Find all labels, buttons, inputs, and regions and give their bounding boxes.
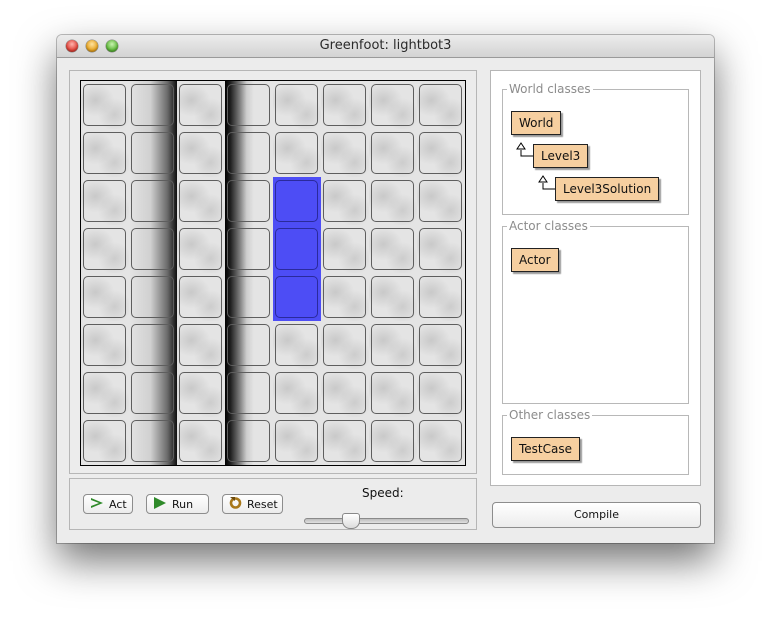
- world-tile[interactable]: [129, 225, 177, 273]
- class-browser: World classes World Level3 Level3Solutio…: [490, 70, 701, 486]
- world-tile[interactable]: [369, 177, 417, 225]
- world-tile[interactable]: [417, 321, 465, 369]
- world-tile[interactable]: [417, 129, 465, 177]
- world-tile[interactable]: [225, 273, 273, 321]
- world-tile[interactable]: [417, 369, 465, 417]
- play-icon: [153, 496, 167, 512]
- reset-label: Reset: [247, 497, 278, 511]
- execution-controls: Act Run Reset Speed:: [69, 478, 477, 530]
- world-tile[interactable]: [369, 129, 417, 177]
- world-grid[interactable]: [80, 80, 466, 466]
- greenfoot-window: Greenfoot: lightbot3 Act Run Reset Speed…: [57, 35, 714, 543]
- world-tile[interactable]: [369, 321, 417, 369]
- world-tile[interactable]: [369, 225, 417, 273]
- world-tile[interactable]: [321, 417, 369, 465]
- world-tile[interactable]: [321, 81, 369, 129]
- class-level3[interactable]: Level3: [533, 144, 589, 168]
- world-tile[interactable]: [417, 177, 465, 225]
- world-tile[interactable]: [273, 81, 321, 129]
- world-tile[interactable]: [273, 321, 321, 369]
- world-tile[interactable]: [321, 321, 369, 369]
- world-tile[interactable]: [369, 417, 417, 465]
- world-tile[interactable]: [129, 177, 177, 225]
- world-panel: [69, 70, 477, 474]
- world-tile[interactable]: [177, 129, 225, 177]
- world-tile[interactable]: [369, 369, 417, 417]
- world-tile[interactable]: [81, 273, 129, 321]
- class-world[interactable]: World: [511, 111, 562, 135]
- world-tile[interactable]: [417, 417, 465, 465]
- actor-classes-group: Actor classes Actor: [502, 219, 689, 404]
- world-tile[interactable]: [81, 321, 129, 369]
- other-classes-group: Other classes TestCase: [502, 408, 689, 475]
- world-tile[interactable]: [177, 225, 225, 273]
- world-tile[interactable]: [129, 129, 177, 177]
- world-tile[interactable]: [273, 129, 321, 177]
- actor-classes-title: Actor classes: [507, 219, 590, 233]
- lit-tile[interactable]: [273, 273, 321, 321]
- lit-tile[interactable]: [273, 225, 321, 273]
- reset-icon: [229, 496, 242, 512]
- world-tile[interactable]: [129, 321, 177, 369]
- world-tile[interactable]: [225, 417, 273, 465]
- world-tile[interactable]: [417, 225, 465, 273]
- world-tile[interactable]: [417, 273, 465, 321]
- world-tile[interactable]: [81, 417, 129, 465]
- reset-button[interactable]: Reset: [222, 494, 283, 514]
- run-label: Run: [172, 497, 194, 511]
- world-tile[interactable]: [321, 225, 369, 273]
- world-tile[interactable]: [321, 177, 369, 225]
- world-tile[interactable]: [321, 369, 369, 417]
- act-label: Act: [109, 497, 127, 511]
- act-button[interactable]: Act: [83, 494, 133, 514]
- class-level3solution[interactable]: Level3Solution: [555, 177, 660, 201]
- world-tile[interactable]: [81, 81, 129, 129]
- world-tile[interactable]: [273, 417, 321, 465]
- world-tile[interactable]: [225, 177, 273, 225]
- world-tile[interactable]: [321, 273, 369, 321]
- run-button[interactable]: Run: [146, 494, 209, 514]
- world-classes-title: World classes: [507, 82, 593, 96]
- world-tile[interactable]: [129, 273, 177, 321]
- world-tile[interactable]: [225, 369, 273, 417]
- class-actor[interactable]: Actor: [511, 248, 559, 272]
- compile-button[interactable]: Compile: [492, 502, 701, 528]
- world-tile[interactable]: [129, 81, 177, 129]
- world-tile[interactable]: [321, 129, 369, 177]
- world-tile[interactable]: [81, 225, 129, 273]
- world-tile[interactable]: [177, 321, 225, 369]
- world-tile[interactable]: [225, 81, 273, 129]
- world-tile[interactable]: [177, 81, 225, 129]
- world-tile[interactable]: [129, 417, 177, 465]
- world-tile[interactable]: [225, 321, 273, 369]
- act-arrow-icon: [90, 497, 104, 512]
- world-tile[interactable]: [81, 369, 129, 417]
- world-classes-group: World classes World Level3 Level3Solutio…: [502, 82, 689, 215]
- world-tile[interactable]: [177, 369, 225, 417]
- world-tile[interactable]: [177, 273, 225, 321]
- other-classes-title: Other classes: [507, 408, 593, 422]
- world-tile[interactable]: [225, 225, 273, 273]
- lit-tile[interactable]: [273, 177, 321, 225]
- window-title: Greenfoot: lightbot3: [319, 38, 452, 53]
- world-tile[interactable]: [273, 369, 321, 417]
- world-tile[interactable]: [129, 369, 177, 417]
- class-testcase[interactable]: TestCase: [511, 437, 580, 461]
- world-tile[interactable]: [81, 129, 129, 177]
- world-tile[interactable]: [417, 81, 465, 129]
- speed-label: Speed:: [362, 486, 404, 500]
- speed-slider-thumb[interactable]: [341, 513, 360, 529]
- world-tile[interactable]: [369, 81, 417, 129]
- world-tile[interactable]: [81, 177, 129, 225]
- world-tile[interactable]: [177, 177, 225, 225]
- world-tile[interactable]: [225, 129, 273, 177]
- world-tile[interactable]: [177, 417, 225, 465]
- world-tile[interactable]: [369, 273, 417, 321]
- title-bar: Greenfoot: lightbot3: [57, 35, 714, 58]
- speed-slider-track[interactable]: [304, 518, 469, 524]
